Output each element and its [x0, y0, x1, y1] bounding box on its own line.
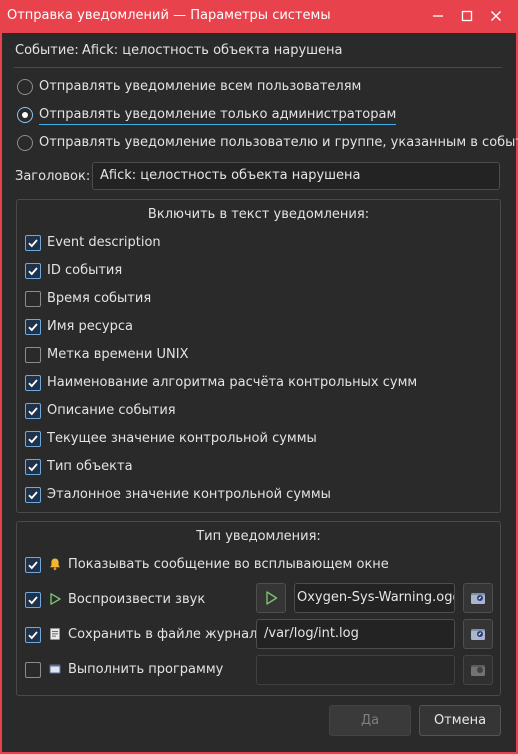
include-checkbox[interactable] — [25, 235, 41, 251]
radio-all-users-label[interactable]: Отправлять уведомление всем пользователя… — [39, 79, 361, 94]
terminal-icon — [49, 664, 61, 674]
log-file-input[interactable]: /var/log/int.log — [256, 619, 455, 649]
bell-icon — [50, 558, 60, 571]
yes-button[interactable]: Да — [329, 705, 411, 736]
separator — [14, 67, 502, 68]
dialog-window: Отправка уведомлений — Параметры системы… — [0, 0, 518, 754]
radio-admins-only-label[interactable]: Отправлять уведомление только администра… — [39, 107, 397, 125]
include-checkbox[interactable] — [25, 431, 41, 447]
include-checkbox[interactable] — [25, 487, 41, 503]
include-checkbox-label[interactable]: Имя ресурса — [47, 319, 133, 334]
include-checkbox[interactable] — [25, 347, 41, 363]
folder-open-icon — [471, 629, 485, 640]
window-title: Отправка уведомлений — Параметры системы — [7, 8, 331, 23]
folder-open-icon — [471, 665, 485, 676]
notification-type-title: Тип уведомления: — [196, 529, 321, 544]
radio-all-users[interactable] — [17, 79, 33, 95]
log-checkbox[interactable] — [25, 627, 41, 643]
dialog-content: Событие: Afick: целостность объекта нару… — [2, 33, 518, 752]
document-icon — [50, 628, 60, 640]
sound-checkbox[interactable] — [25, 592, 41, 608]
header-input[interactable]: Afick: целостность объекта нарушена — [92, 162, 500, 190]
close-icon[interactable] — [486, 6, 506, 26]
log-label[interactable]: Сохранить в файле журнала — [68, 627, 265, 642]
include-checkbox[interactable] — [25, 291, 41, 307]
program-path-input[interactable] — [256, 655, 455, 685]
program-label[interactable]: Выполнить программу — [68, 662, 223, 677]
browse-log-button[interactable] — [463, 619, 493, 649]
radio-user-and-group-label[interactable]: Отправлять уведомление пользователю и гр… — [39, 135, 518, 150]
include-checkbox-label[interactable]: Время события — [47, 291, 151, 306]
header-label: Заголовок: — [15, 169, 91, 184]
include-checkbox[interactable] — [25, 375, 41, 391]
include-checkbox[interactable] — [25, 319, 41, 335]
include-checkbox-label[interactable]: Описание события — [47, 403, 176, 418]
include-checkbox[interactable] — [25, 263, 41, 279]
include-checkbox-label[interactable]: Event description — [47, 235, 161, 250]
folder-open-icon — [471, 593, 485, 604]
cancel-button[interactable]: Отмена — [419, 705, 501, 736]
popup-checkbox[interactable] — [25, 557, 41, 573]
play-icon — [50, 593, 61, 605]
radio-admins-only[interactable] — [17, 107, 33, 123]
include-checkbox[interactable] — [25, 403, 41, 419]
minimize-icon[interactable] — [428, 6, 448, 26]
play-icon — [266, 591, 278, 605]
include-checkbox-label[interactable]: ID события — [47, 263, 122, 278]
include-checkbox-label[interactable]: Метка времени UNIX — [47, 347, 189, 362]
popup-label[interactable]: Показывать сообщение во всплывающем окне — [68, 557, 389, 572]
event-label: Событие: — [15, 43, 79, 58]
include-group-title: Включить в текст уведомления: — [147, 207, 370, 222]
include-checkbox-label[interactable]: Текущее значение контрольной суммы — [47, 431, 317, 446]
browse-program-button[interactable] — [463, 655, 493, 685]
event-name: Afick: целостность объекта нарушена — [82, 43, 343, 58]
browse-sound-button[interactable] — [463, 583, 493, 613]
title-bar[interactable]: Отправка уведомлений — Параметры системы — [0, 0, 518, 33]
sound-label[interactable]: Воспроизвести звук — [68, 592, 205, 607]
include-checkbox-label[interactable]: Эталонное значение контрольной суммы — [47, 487, 331, 502]
maximize-icon[interactable] — [457, 6, 477, 26]
radio-user-and-group[interactable] — [17, 135, 33, 151]
sound-file-input[interactable]: Oxygen-Sys-Warning.ogg — [294, 583, 455, 613]
include-checkbox-label[interactable]: Тип объекта — [47, 459, 133, 474]
play-sound-button[interactable] — [256, 583, 286, 613]
include-checkbox[interactable] — [25, 459, 41, 475]
program-checkbox[interactable] — [25, 662, 41, 678]
include-checkbox-label[interactable]: Наименование алгоритма расчёта контрольн… — [47, 375, 417, 390]
